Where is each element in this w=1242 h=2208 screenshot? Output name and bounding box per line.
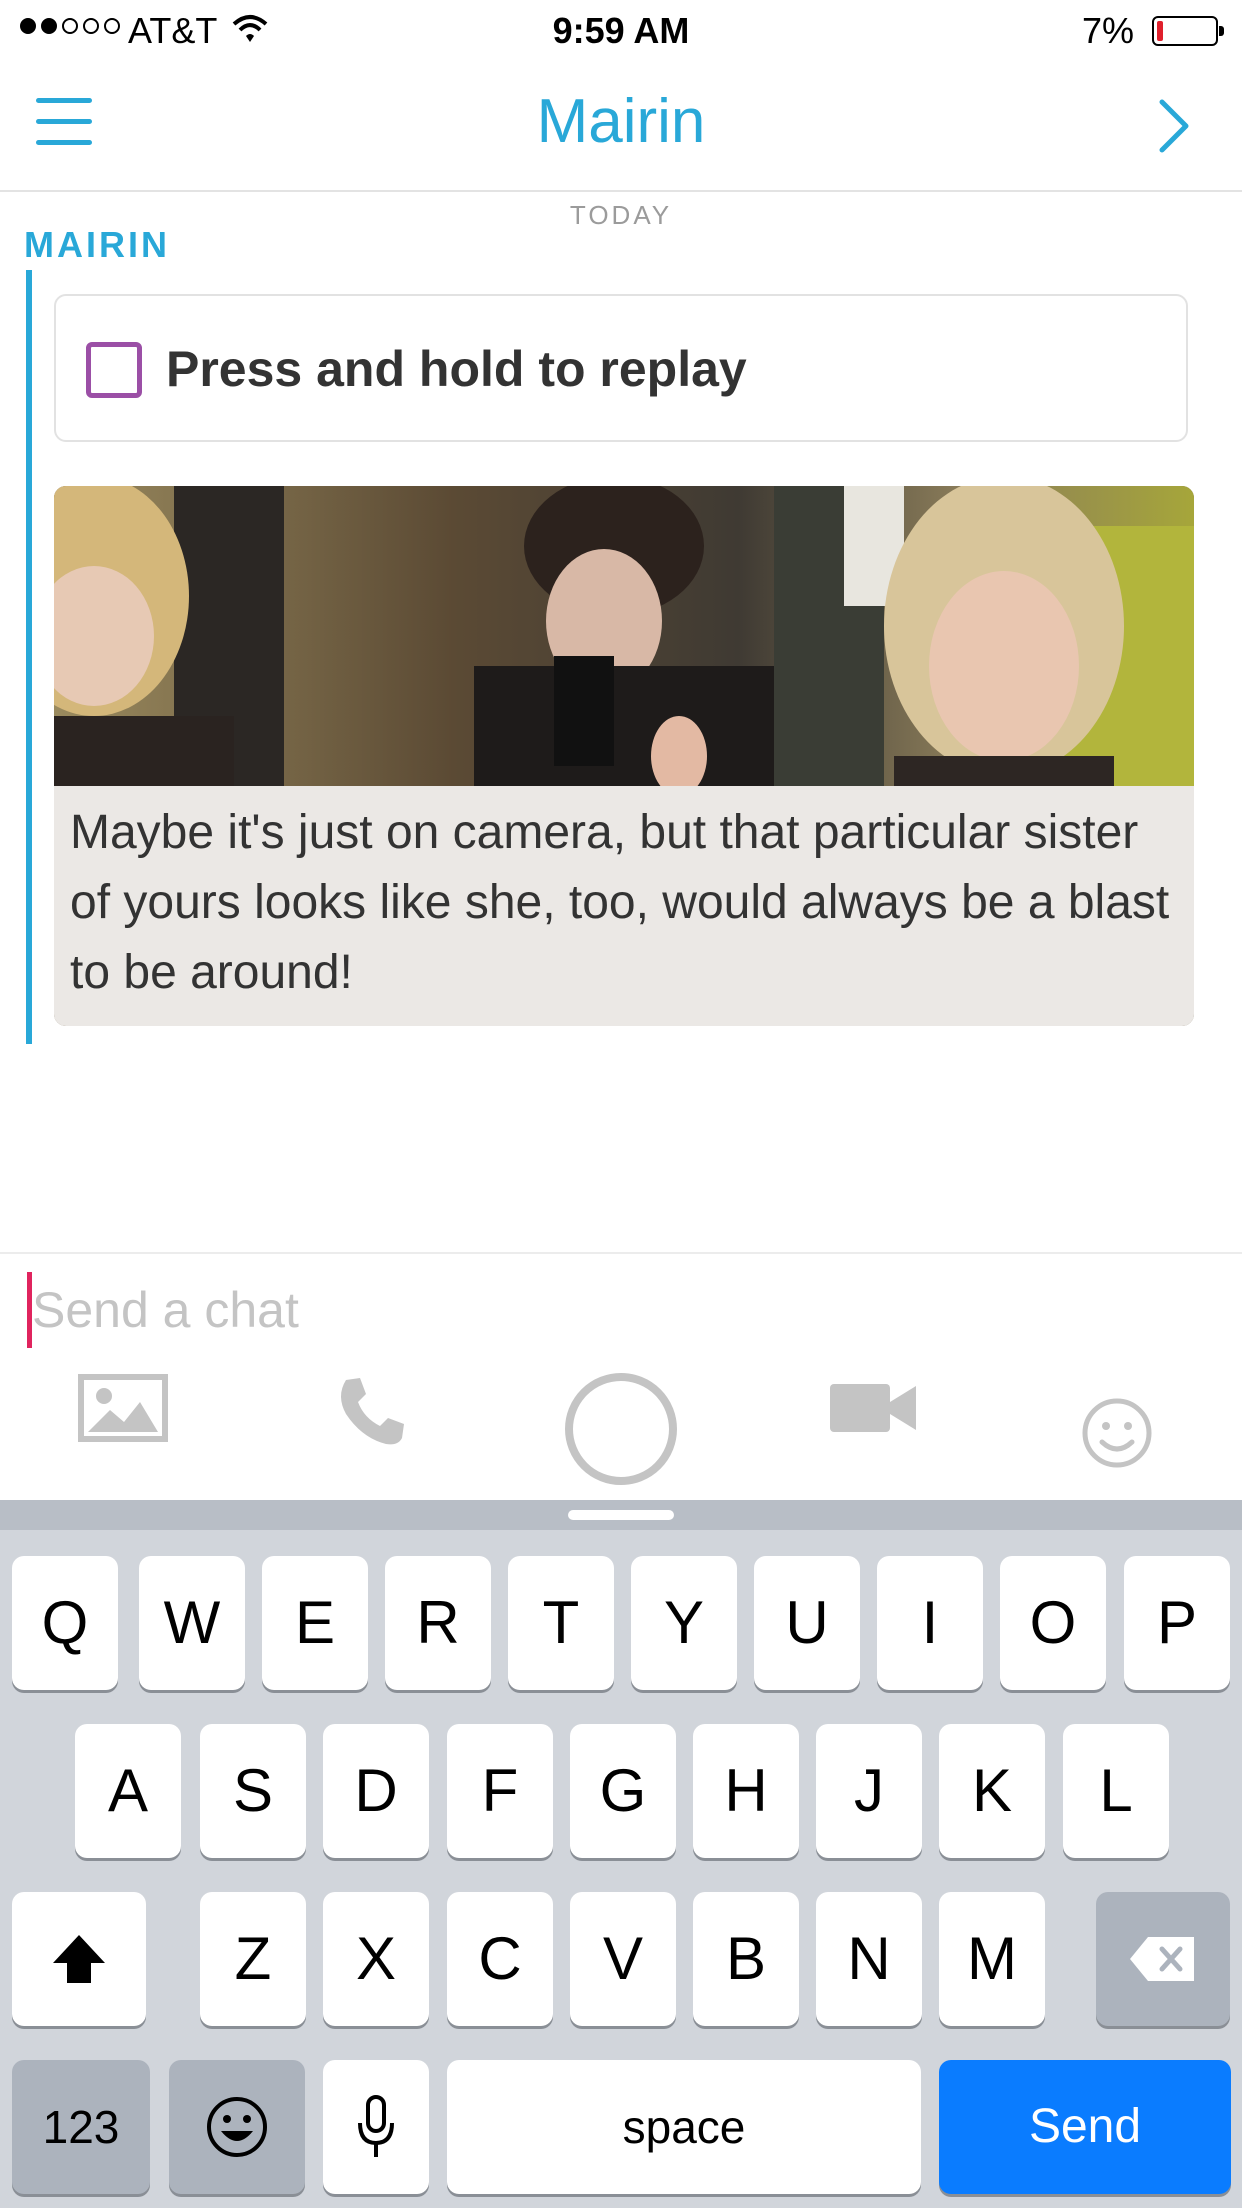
key-h-label: H: [724, 1757, 768, 1824]
key-n[interactable]: N: [816, 1892, 922, 2026]
space-key-label: space: [622, 2101, 746, 2153]
key-x-label: X: [355, 1925, 397, 1992]
key-i-label: I: [921, 1589, 939, 1656]
divider: [0, 1252, 1242, 1254]
key-s-label: S: [232, 1757, 274, 1824]
status-bar: AT&T 9:59 AM 7%: [0, 0, 1242, 60]
battery-percent: 7%: [1082, 10, 1135, 51]
replay-card[interactable]: Press and hold to replay: [54, 294, 1188, 442]
key-n-label: N: [847, 1925, 891, 1992]
keyboard-handle-bar[interactable]: [0, 1500, 1242, 1530]
chevron-right-icon[interactable]: [1156, 96, 1192, 156]
key-j[interactable]: J: [816, 1724, 922, 1858]
backspace-icon: [1130, 1937, 1194, 1981]
key-i[interactable]: I: [877, 1556, 983, 1690]
battery-icon: [1152, 16, 1224, 46]
key-e[interactable]: E: [262, 1556, 368, 1690]
key-z[interactable]: Z: [200, 1892, 306, 2026]
key-v-label: V: [602, 1925, 644, 1992]
smiley-icon[interactable]: [1080, 1396, 1154, 1470]
key-t[interactable]: T: [508, 1556, 614, 1690]
key-r[interactable]: R: [385, 1556, 491, 1690]
emoji-icon: [207, 2097, 267, 2157]
key-k-label: K: [971, 1757, 1013, 1824]
key-k[interactable]: K: [939, 1724, 1045, 1858]
key-j-label: J: [854, 1757, 884, 1824]
key-y-label: Y: [663, 1589, 705, 1656]
key-p[interactable]: P: [1124, 1556, 1230, 1690]
replay-checkbox-icon: [86, 342, 142, 398]
microphone-icon: [358, 2095, 394, 2157]
key-x[interactable]: X: [323, 1892, 429, 2026]
key-o-label: O: [1029, 1589, 1077, 1656]
key-r-label: R: [416, 1589, 460, 1656]
numbers-key-label: 123: [42, 2101, 120, 2153]
keyboard-drag-handle[interactable]: [568, 1510, 674, 1520]
space-key[interactable]: space: [447, 2060, 921, 2194]
key-s[interactable]: S: [200, 1724, 306, 1858]
key-p-label: P: [1156, 1589, 1198, 1656]
media-caption: Maybe it's just on camera, but that part…: [70, 806, 1170, 999]
key-d-label: D: [354, 1757, 398, 1824]
key-h[interactable]: H: [693, 1724, 799, 1858]
key-f-label: F: [481, 1757, 519, 1824]
key-g[interactable]: G: [570, 1724, 676, 1858]
key-b-label: B: [725, 1925, 767, 1992]
key-w-label: W: [163, 1589, 221, 1656]
key-q-label: Q: [41, 1589, 89, 1656]
key-y[interactable]: Y: [631, 1556, 737, 1690]
dictation-key[interactable]: [323, 2060, 429, 2194]
send-key[interactable]: Send: [939, 2060, 1231, 2194]
video-icon[interactable]: [828, 1374, 920, 1440]
phone-icon[interactable]: [334, 1374, 410, 1450]
key-e-label: E: [294, 1589, 336, 1656]
key-u[interactable]: U: [754, 1556, 860, 1690]
nav-bar: Mairin: [0, 60, 1242, 192]
keyboard: Q W E R T Y U I O P A S D F G H J K L Z X C V B N M 123 space Send: [0, 1500, 1242, 2208]
key-g-label: G: [599, 1757, 647, 1824]
numbers-key[interactable]: 123: [12, 2060, 150, 2194]
shift-icon: [53, 1935, 105, 1983]
conversation-title: Mairin: [536, 87, 706, 156]
backspace-key[interactable]: [1096, 1892, 1230, 2026]
caption-box: Maybe it's just on camera, but that part…: [54, 786, 1194, 1026]
replay-label: Press and hold to replay: [166, 341, 747, 397]
key-m-label: M: [967, 1925, 1017, 1992]
key-b[interactable]: B: [693, 1892, 799, 2026]
chat-input[interactable]: [32, 1272, 1212, 1348]
key-q[interactable]: Q: [12, 1556, 118, 1690]
key-z-label: Z: [234, 1925, 272, 1992]
media-message[interactable]: Maybe it's just on camera, but that part…: [54, 486, 1194, 1026]
shift-key[interactable]: [12, 1892, 146, 2026]
key-c-label: C: [478, 1925, 522, 1992]
thread-indicator: [26, 270, 32, 1044]
key-v[interactable]: V: [570, 1892, 676, 2026]
key-a-label: A: [107, 1757, 149, 1824]
key-f[interactable]: F: [447, 1724, 553, 1858]
key-l-label: L: [1099, 1757, 1133, 1824]
key-t-label: T: [542, 1589, 580, 1656]
key-w[interactable]: W: [139, 1556, 245, 1690]
key-l[interactable]: L: [1063, 1724, 1169, 1858]
key-d[interactable]: D: [323, 1724, 429, 1858]
key-u-label: U: [785, 1589, 829, 1656]
key-c[interactable]: C: [447, 1892, 553, 2026]
key-m[interactable]: M: [939, 1892, 1045, 2026]
send-key-label: Send: [1028, 2100, 1142, 2153]
camera-shutter-icon[interactable]: [562, 1370, 680, 1488]
key-o[interactable]: O: [1000, 1556, 1106, 1690]
status-time: 9:59 AM: [552, 10, 690, 51]
video-thumbnail: [54, 486, 1194, 786]
sender-name: MAIRIN: [24, 224, 170, 265]
key-a[interactable]: A: [75, 1724, 181, 1858]
date-header: TODAY: [569, 200, 673, 230]
emoji-key[interactable]: [169, 2060, 305, 2194]
image-icon[interactable]: [78, 1374, 168, 1444]
